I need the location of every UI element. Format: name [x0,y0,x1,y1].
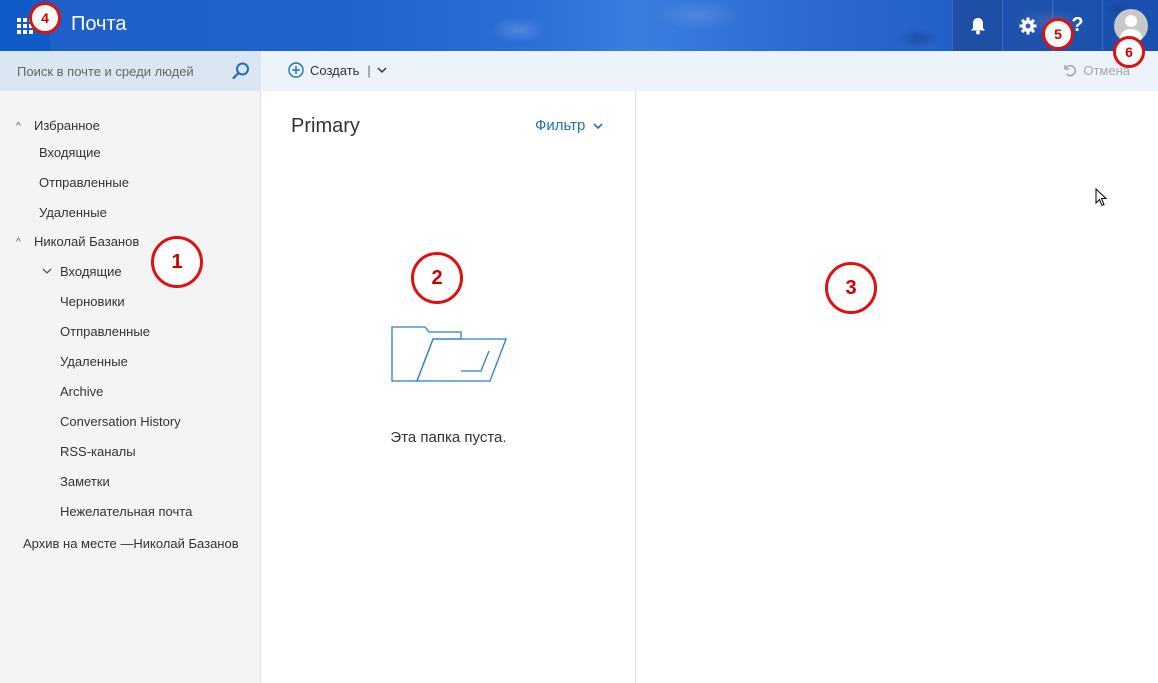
folder-drafts[interactable]: Черновики [60,294,125,309]
reading-pane [636,91,1158,683]
gear-icon [1019,17,1036,34]
filter-label: Фильтр [535,117,586,134]
account-header[interactable]: Николай Базанов [34,234,139,249]
folder-sent[interactable]: Отправленные [60,324,150,339]
new-message-label: Создать [310,62,360,78]
chevron-down-icon [593,122,603,129]
folder-archive[interactable]: Archive [60,384,103,399]
new-message-button[interactable]: Создать | [288,62,387,78]
plus-circle-icon [288,62,304,78]
folder-inbox[interactable]: Входящие [60,264,122,279]
chevron-down-icon[interactable] [377,66,387,74]
separator: | [367,62,371,78]
list-title: Primary [291,115,360,137]
chevron-up-icon[interactable]: ^ [16,121,21,132]
empty-folder-icon [391,326,507,382]
empty-folder-message: Эта папка пуста. [390,429,507,446]
folder-rss[interactable]: RSS-каналы [60,444,136,459]
folder-conversation-history[interactable]: Conversation History [60,414,181,429]
bell-icon [970,17,985,34]
annotation-marker-6: 6 [1113,36,1145,68]
folder-pane: ^ Избранное Входящие Отправленные Удален… [0,91,261,683]
command-bar: Создать | Отмена [261,51,1158,91]
undo-icon [1064,64,1077,76]
favorite-folder-sent[interactable]: Отправленные [39,175,129,190]
chevron-up-icon[interactable]: ^ [16,237,21,248]
annotation-marker-1: 1 [151,236,203,288]
folder-deleted[interactable]: Удаленные [60,354,128,369]
folder-notes[interactable]: Заметки [60,474,110,489]
chevron-down-icon[interactable] [42,267,52,275]
search-input[interactable]: Поиск в почте и среди людей [17,64,194,79]
message-list-pane: Primary Фильтр Эта папка пуста. [261,91,636,683]
app-title[interactable]: Почта [71,13,127,36]
favorite-folder-inbox[interactable]: Входящие [39,145,101,160]
filter-button[interactable]: Фильтр [535,117,603,134]
in-place-archive[interactable]: Архив на месте —Николай Базанов [23,536,239,551]
search-icon[interactable] [232,62,250,80]
favorites-header[interactable]: Избранное [34,118,100,133]
annotation-marker-5: 5 [1042,18,1074,50]
annotation-marker-4: 4 [29,2,61,34]
folder-junk[interactable]: Нежелательная почта [60,504,192,519]
annotation-marker-3: 3 [825,262,877,314]
search-box[interactable]: Поиск в почте и среди людей [0,51,261,91]
mouse-cursor-icon [1095,188,1108,207]
top-header: Почта ? [0,0,1158,51]
annotation-marker-2: 2 [411,252,463,304]
notifications-button[interactable] [952,0,1002,51]
favorite-folder-deleted[interactable]: Удаленные [39,205,107,220]
